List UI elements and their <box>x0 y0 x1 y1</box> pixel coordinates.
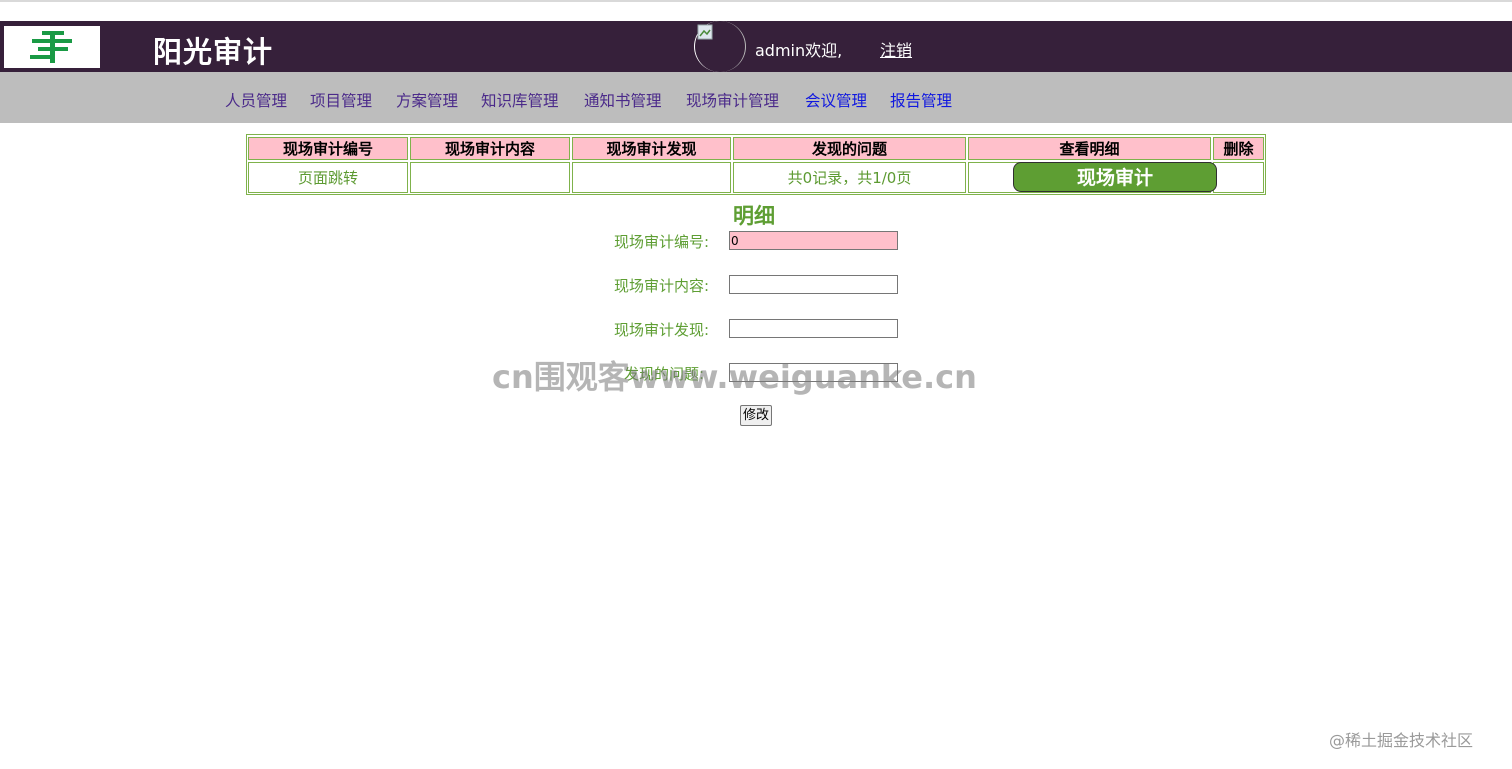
top-divider <box>0 0 1512 2</box>
broken-image-icon <box>697 24 713 40</box>
field-label-audit-content: 现场审计内容: <box>614 277 710 295</box>
nav-item-knowledge-base[interactable]: 知识库管理 <box>481 89 559 111</box>
column-header-audit-findings: 现场审计发现 <box>572 137 731 160</box>
column-header-delete: 删除 <box>1213 137 1264 160</box>
credit-watermark: @稀土掘金技术社区 <box>1329 731 1474 750</box>
app-header: 阳光审计 admin欢迎, 注销 <box>0 21 1512 72</box>
welcome-text: admin欢迎, <box>755 41 843 60</box>
pager-text: 共0记录，共1/0页 <box>733 162 966 193</box>
table-cell <box>572 162 731 193</box>
nav-item-meetings[interactable]: 会议管理 <box>805 89 867 111</box>
field-label-audit-findings: 现场审计发现: <box>614 321 710 339</box>
nav-item-notices[interactable]: 通知书管理 <box>584 89 662 111</box>
nav-item-onsite-audit[interactable]: 现场审计管理 <box>686 89 779 111</box>
page-jump-link[interactable]: 页面跳转 <box>248 162 408 193</box>
nav-item-personnel[interactable]: 人员管理 <box>225 89 287 111</box>
audit-id-input[interactable] <box>729 231 898 250</box>
field-label-audit-id: 现场审计编号: <box>614 233 710 251</box>
table-cell <box>410 162 570 193</box>
watermark: cn围观客www.weiguanke.cn <box>492 358 977 396</box>
nav-item-projects[interactable]: 项目管理 <box>310 89 372 111</box>
audit-content-input[interactable] <box>729 275 898 294</box>
site-title: 阳光审计 <box>153 35 274 69</box>
nav-item-plans[interactable]: 方案管理 <box>396 89 458 111</box>
logo <box>4 26 100 68</box>
onsite-audit-button[interactable]: 现场审计 <box>1013 162 1217 192</box>
column-header-issues: 发现的问题 <box>733 137 966 160</box>
postal-logo-icon <box>30 31 72 63</box>
column-header-audit-content: 现场审计内容 <box>410 137 570 160</box>
table-cell <box>1213 162 1264 193</box>
avatar <box>694 21 746 72</box>
column-header-audit-id: 现场审计编号 <box>248 137 408 160</box>
nav-item-reports[interactable]: 报告管理 <box>890 89 952 111</box>
column-header-view-detail: 查看明细 <box>968 137 1211 160</box>
main-nav: 人员管理 项目管理 方案管理 知识库管理 通知书管理 现场审计管理 会议管理 报… <box>0 72 1512 123</box>
logout-link[interactable]: 注销 <box>880 37 912 61</box>
detail-title: 明细 <box>733 204 775 228</box>
audit-findings-input[interactable] <box>729 319 898 338</box>
modify-button[interactable]: 修改 <box>740 405 772 426</box>
